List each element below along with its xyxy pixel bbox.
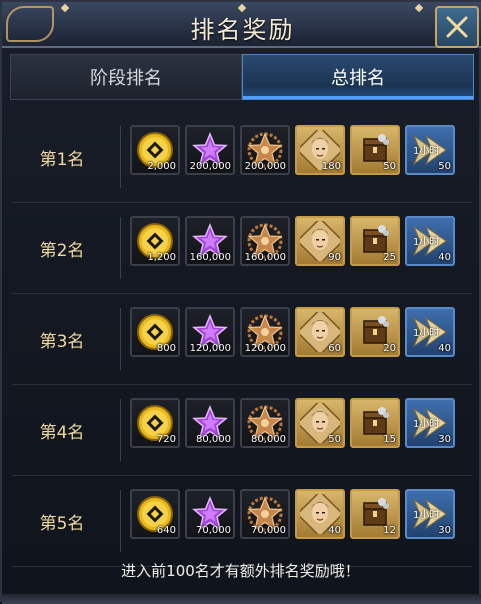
reward-quantity: 90 (328, 252, 341, 263)
reward-quantity: 80,000 (251, 434, 286, 445)
reward-items: 640 70,000 70,000 40 12 1小时 30 (130, 489, 455, 543)
tab-stage-ranking[interactable]: 阶段排名 (10, 54, 242, 100)
reward-row: 第1名 2,000 200,000 200,000 180 50 1小时 50 (12, 112, 472, 203)
reward-items: 800 120,000 120,000 60 20 1小时 40 (130, 307, 455, 361)
reward-star[interactable]: 70,000 (185, 489, 235, 539)
reward-hero[interactable]: 50 (295, 398, 345, 448)
reward-quantity: 200,000 (189, 161, 231, 172)
reward-chest[interactable]: 25 (350, 216, 400, 266)
reward-star[interactable]: 120,000 (185, 307, 235, 357)
ranking-reward-panel: 排名奖励 阶段排名 总排名 第1名 2,000 200,000 200,000 … (0, 0, 481, 604)
rank-label: 第1名 (39, 149, 85, 170)
tab-bar: 阶段排名 总排名 (10, 54, 474, 100)
reward-quantity: 70,000 (251, 525, 286, 536)
reward-quantity: 25 (383, 252, 396, 263)
close-button[interactable] (435, 6, 479, 48)
reward-quantity: 50 (328, 434, 341, 445)
rank-label: 第3名 (39, 331, 85, 352)
reward-hero[interactable]: 90 (295, 216, 345, 266)
reward-badge[interactable]: 80,000 (240, 398, 290, 448)
reward-quantity: 180 (321, 161, 341, 172)
reward-coin[interactable]: 2,000 (130, 125, 180, 175)
panel-header: 排名奖励 (2, 2, 481, 48)
reward-quantity: 1,200 (147, 252, 176, 263)
row-divider (120, 490, 121, 552)
row-divider (120, 308, 121, 370)
reward-quantity: 12 (383, 525, 396, 536)
reward-hero[interactable]: 180 (295, 125, 345, 175)
reward-quantity: 120,000 (189, 343, 231, 354)
reward-quantity: 40 (438, 343, 451, 354)
bottom-bar (2, 594, 481, 604)
page-title: 排名奖励 (190, 16, 295, 44)
reward-badge[interactable]: 200,000 (240, 125, 290, 175)
reward-badge[interactable]: 70,000 (240, 489, 290, 539)
reward-quantity: 70,000 (196, 525, 231, 536)
reward-speedup[interactable]: 1小时 30 (405, 398, 455, 448)
reward-hero[interactable]: 40 (295, 489, 345, 539)
reward-row: 第3名 800 120,000 120,000 60 20 1小时 40 (12, 294, 472, 385)
reward-quantity: 160,000 (244, 252, 286, 263)
reward-speedup[interactable]: 1小时 40 (405, 216, 455, 266)
rank-label: 第2名 (39, 240, 85, 261)
reward-quantity: 40 (438, 252, 451, 263)
row-divider (120, 126, 121, 188)
reward-row: 第4名 720 80,000 80,000 50 15 1小时 30 (12, 385, 472, 476)
row-divider (120, 217, 121, 279)
reward-quantity: 30 (438, 434, 451, 445)
reward-speedup[interactable]: 1小时 40 (405, 307, 455, 357)
speedup-duration-label: 1小时 (413, 510, 440, 521)
reward-quantity: 15 (383, 434, 396, 445)
reward-badge[interactable]: 120,000 (240, 307, 290, 357)
rank-label: 第4名 (39, 422, 85, 443)
reward-quantity: 200,000 (244, 161, 286, 172)
reward-quantity: 640 (156, 525, 176, 536)
reward-quantity: 120,000 (244, 343, 286, 354)
reward-speedup[interactable]: 1小时 30 (405, 489, 455, 539)
reward-chest[interactable]: 12 (350, 489, 400, 539)
reward-badge[interactable]: 160,000 (240, 216, 290, 266)
reward-star[interactable]: 160,000 (185, 216, 235, 266)
speedup-duration-label: 1小时 (413, 328, 440, 339)
speedup-duration-label: 1小时 (413, 146, 440, 157)
reward-quantity: 50 (383, 161, 396, 172)
reward-list: 第1名 2,000 200,000 200,000 180 50 1小时 50 … (12, 112, 472, 567)
reward-chest[interactable]: 20 (350, 307, 400, 357)
rank-label: 第5名 (39, 513, 85, 534)
reward-quantity: 2,000 (147, 161, 176, 172)
reward-quantity: 800 (156, 343, 176, 354)
reward-items: 720 80,000 80,000 50 15 1小时 30 (130, 398, 455, 452)
reward-coin[interactable]: 800 (130, 307, 180, 357)
reward-quantity: 40 (328, 525, 341, 536)
reward-quantity: 20 (383, 343, 396, 354)
reward-row: 第2名 1,200 160,000 160,000 90 25 1小时 40 (12, 203, 472, 294)
reward-star[interactable]: 80,000 (185, 398, 235, 448)
row-divider (120, 399, 121, 461)
reward-coin[interactable]: 720 (130, 398, 180, 448)
reward-quantity: 50 (438, 161, 451, 172)
reward-row: 第5名 640 70,000 70,000 40 12 1小时 30 (12, 476, 472, 567)
reward-speedup[interactable]: 1小时 50 (405, 125, 455, 175)
reward-quantity: 720 (156, 434, 176, 445)
reward-items: 1,200 160,000 160,000 90 25 1小时 40 (130, 216, 455, 270)
reward-chest[interactable]: 15 (350, 398, 400, 448)
reward-quantity: 30 (438, 525, 451, 536)
reward-star[interactable]: 200,000 (185, 125, 235, 175)
reward-items: 2,000 200,000 200,000 180 50 1小时 50 (130, 125, 455, 179)
speedup-duration-label: 1小时 (413, 237, 440, 248)
tab-total-ranking[interactable]: 总排名 (242, 54, 474, 100)
reward-quantity: 60 (328, 343, 341, 354)
footer-note: 进入前100名才有额外排名奖励哦！ (121, 562, 360, 580)
reward-chest[interactable]: 50 (350, 125, 400, 175)
reward-coin[interactable]: 640 (130, 489, 180, 539)
speedup-duration-label: 1小时 (413, 419, 440, 430)
reward-coin[interactable]: 1,200 (130, 216, 180, 266)
reward-quantity: 160,000 (189, 252, 231, 263)
close-icon (446, 16, 468, 38)
reward-hero[interactable]: 60 (295, 307, 345, 357)
reward-quantity: 80,000 (196, 434, 231, 445)
